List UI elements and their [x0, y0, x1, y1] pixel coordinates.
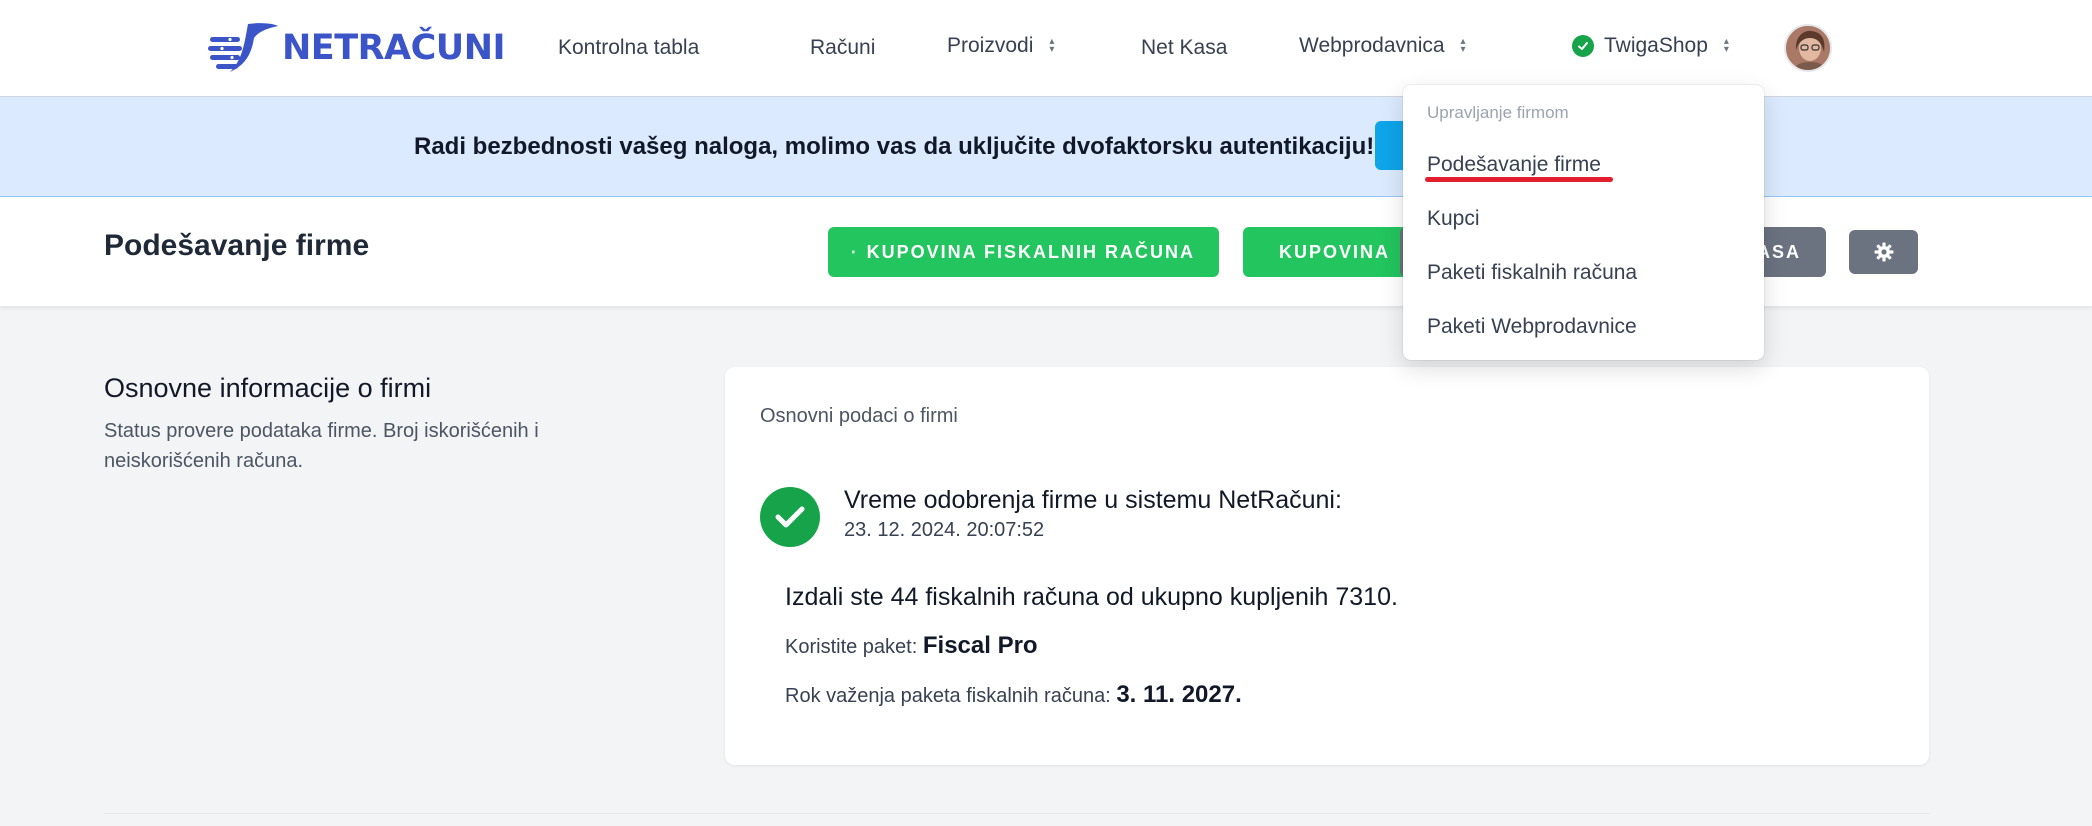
expiry-label: Rok važenja paketa fiskalnih računa:	[785, 685, 1111, 707]
receipt-icon	[852, 250, 855, 254]
nav-proizvodi[interactable]: Proizvodi ▴ ▾	[947, 34, 1054, 58]
nav-webprodavnica[interactable]: Webprodavnica ▴ ▾	[1299, 34, 1466, 58]
chevron-updown-icon: ▴ ▾	[1049, 36, 1055, 55]
nav-label: Webprodavnica	[1299, 34, 1445, 57]
shop-name: TwigaShop	[1604, 34, 1708, 57]
nav-racuni[interactable]: Računi	[810, 36, 875, 60]
menu-item-podesavanje-firme[interactable]: Podešavanje firme	[1427, 152, 1601, 178]
issued-receipts-text: Izdali ste 44 fiskalnih računa od ukupno…	[785, 583, 1398, 611]
nav-label: Net Kasa	[1141, 36, 1228, 59]
nav-net-kasa[interactable]: Net Kasa	[1141, 36, 1227, 60]
section-description: Status provere podataka firme. Broj isko…	[104, 420, 539, 472]
section-title: Osnovne informacije o firmi	[104, 373, 432, 403]
package-info: Koristite paket: Fiscal Pro	[785, 631, 1038, 662]
nav-label: Proizvodi	[947, 34, 1034, 57]
top-navbar: NETRAČUNI Kontrolna tabla Računi Proizvo…	[0, 0, 2092, 97]
button-label: KUPOVINA	[1279, 241, 1391, 262]
company-info-card: Osnovni podaci o firmi Vreme odobrenja f…	[725, 367, 1929, 765]
menu-item-paketi-fiskalnih-racuna[interactable]: Paketi fiskalnih računa	[1427, 260, 1637, 286]
page-title: Podešavanje firme	[104, 229, 370, 262]
chevron-updown-icon: ▴ ▾	[1460, 36, 1466, 55]
approval-time: 23. 12. 2024. 20:07:52	[844, 519, 1045, 541]
buy-webshop-button[interactable]: KUPOVINA	[1243, 227, 1413, 277]
banner-message: Radi bezbednosti vašeg naloga, molimo va…	[414, 133, 1375, 160]
logo-mark-icon	[208, 23, 278, 72]
avatar-image	[1786, 26, 1830, 70]
gear-icon	[1874, 242, 1893, 262]
brand-name: NETRAČUNI	[282, 27, 506, 68]
chevron-updown-icon: ▴ ▾	[1723, 36, 1729, 55]
shop-selector[interactable]: TwigaShop ▴ ▾	[1572, 34, 1729, 58]
settings-button[interactable]	[1849, 230, 1918, 274]
check-circle-icon	[760, 487, 820, 547]
menu-item-kupci[interactable]: Kupci	[1427, 206, 1480, 232]
button-label: KUPOVINA FISKALNIH RAČUNA	[866, 241, 1195, 262]
nav-label: Računi	[810, 36, 876, 59]
expiry-value: 3. 11. 2027.	[1116, 681, 1242, 708]
section-divider	[104, 813, 1929, 814]
user-avatar[interactable]	[1784, 24, 1832, 72]
nav-kontrolna-tabla[interactable]: Kontrolna tabla	[558, 36, 699, 60]
approval-label: Vreme odobrenja firme u sistemu NetRačun…	[844, 486, 1342, 514]
brand-logo[interactable]: NETRAČUNI	[208, 20, 506, 76]
package-label: Koristite paket:	[785, 636, 918, 658]
buy-fiscal-receipts-button[interactable]: KUPOVINA FISKALNIH RAČUNA	[828, 227, 1219, 277]
page-header: Podešavanje firme KUPOVINA FISKALNIH RAČ…	[0, 197, 2092, 307]
expiry-info: Rok važenja paketa fiskalnih računa: 3. …	[785, 680, 1242, 711]
company-management-dropdown: Upravljanje firmom Podešavanje firme Kup…	[1403, 85, 1764, 360]
package-value: Fiscal Pro	[922, 632, 1038, 659]
two-factor-banner: Radi bezbednosti vašeg naloga, molimo va…	[0, 97, 2092, 197]
menu-item-paketi-webprodavnice[interactable]: Paketi Webprodavnice	[1427, 314, 1637, 340]
check-circle-icon	[1572, 35, 1594, 57]
card-heading: Osnovni podaci o firmi	[760, 405, 958, 427]
highlight-underline	[1425, 177, 1613, 182]
nav-label: Kontrolna tabla	[558, 36, 700, 59]
dropdown-header: Upravljanje firmom	[1427, 103, 1569, 122]
